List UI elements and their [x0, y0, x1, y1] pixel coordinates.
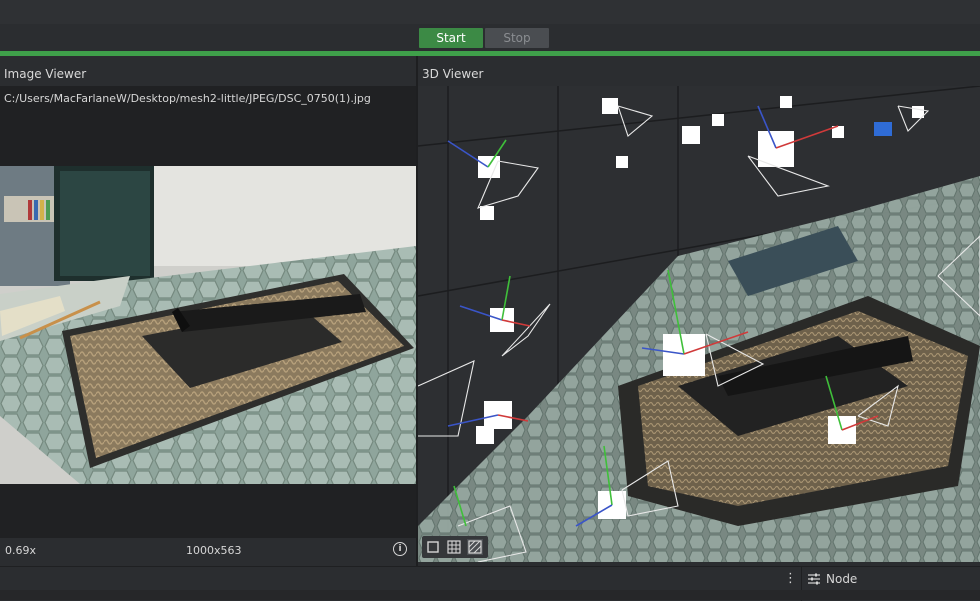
- start-button[interactable]: Start: [419, 28, 483, 48]
- progress-bar: [0, 51, 980, 56]
- kebab-menu-icon[interactable]: ⋮: [784, 571, 797, 586]
- image-dimensions: 1000x563: [186, 544, 242, 557]
- title-bar: [0, 0, 980, 24]
- textured-view-icon[interactable]: [467, 539, 483, 555]
- 3d-viewer-title: 3D Viewer: [418, 62, 980, 86]
- image-viewer-footer: 0.69x 1000x563 i: [0, 538, 416, 562]
- image-file-path: C:/Users/MacFarlaneW/Desktop/mesh2-littl…: [4, 92, 371, 105]
- zoom-level: 0.69x: [5, 544, 37, 557]
- sliders-icon[interactable]: [808, 573, 820, 585]
- toolbar: Start Stop: [0, 24, 980, 52]
- status-bar: ⋮ Node: [0, 566, 980, 601]
- stop-button[interactable]: Stop: [485, 28, 549, 48]
- bottom-strip: [0, 590, 980, 600]
- wireframe-grid-icon[interactable]: [446, 539, 462, 555]
- info-icon[interactable]: i: [393, 542, 407, 556]
- node-label[interactable]: Node: [826, 572, 857, 586]
- solid-view-icon[interactable]: [425, 539, 441, 555]
- image-viewer-title: Image Viewer: [0, 62, 420, 86]
- photo-preview[interactable]: [0, 166, 416, 484]
- 3d-viewer-canvas[interactable]: [418, 86, 980, 562]
- 3d-viewer-toolbar: [422, 536, 488, 558]
